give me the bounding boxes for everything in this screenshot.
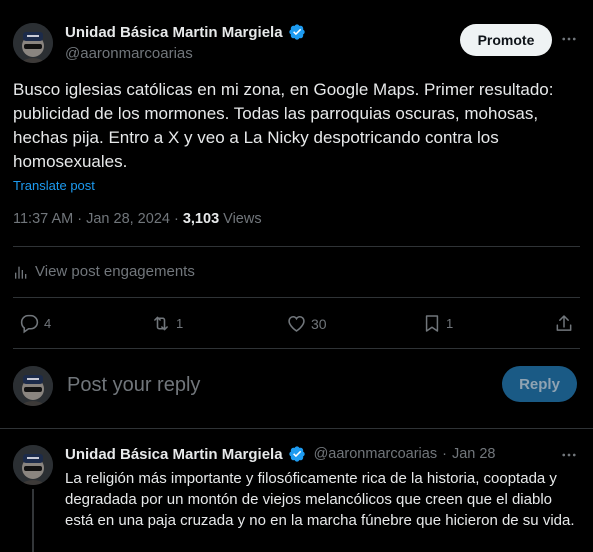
verified-badge-icon[interactable] xyxy=(288,445,306,463)
author-display-name[interactable]: Unidad Básica Martin Margiela xyxy=(65,24,283,41)
reply-input[interactable] xyxy=(67,370,487,400)
bookmark-action[interactable]: 1 xyxy=(422,313,453,334)
promote-button[interactable]: Promote xyxy=(460,24,552,56)
bookmark-count: 1 xyxy=(446,316,454,331)
thread-line xyxy=(32,489,34,552)
divider xyxy=(13,348,580,349)
reply-author-row: Unidad Básica Martin Margiela @aaronmarc… xyxy=(65,445,495,463)
repost-count: 1 xyxy=(176,316,184,331)
like-action[interactable]: 30 xyxy=(286,313,327,334)
post-actions-bar: 4 1 30 1 xyxy=(0,311,593,337)
repost-action[interactable]: 1 xyxy=(150,313,183,334)
reply-action[interactable]: 4 xyxy=(19,313,51,334)
reply-text: La religión más importante y filosóficam… xyxy=(65,470,575,529)
like-count: 30 xyxy=(311,315,327,332)
translate-post-link[interactable]: Translate post xyxy=(13,178,95,193)
avatar-image xyxy=(13,445,53,485)
verified-badge-icon[interactable] xyxy=(288,23,306,41)
analytics-bars-icon xyxy=(15,266,27,279)
engagements-label: View post engagements xyxy=(35,263,195,280)
meta-separator: · xyxy=(77,211,87,227)
reply-bubble-icon xyxy=(20,314,39,334)
more-dots-icon[interactable] xyxy=(558,28,580,50)
meta-separator: · xyxy=(442,446,447,462)
reply-button[interactable]: Reply xyxy=(502,366,577,402)
reply-author-avatar[interactable] xyxy=(13,445,53,485)
views-count: 3,103 xyxy=(182,211,220,227)
author-handle[interactable]: @aaronmarcoarias xyxy=(65,45,193,62)
avatar-image xyxy=(13,23,53,63)
post-text: Busco iglesias católicas en mi zona, en … xyxy=(13,80,554,171)
post-time[interactable]: 11:37 AM xyxy=(13,211,73,227)
heart-icon xyxy=(288,315,305,332)
post-meta: 11:37 AM · Jan 28, 2024 · 3,103 Views xyxy=(13,211,262,227)
view-engagements-link[interactable]: View post engagements xyxy=(13,263,195,280)
divider xyxy=(13,297,580,298)
views-label: Views xyxy=(223,211,262,227)
author-name-row: Unidad Básica Martin Margiela xyxy=(65,23,306,41)
bookmark-icon xyxy=(425,315,439,332)
reply-author-handle[interactable]: @aaronmarcoarias xyxy=(314,446,438,462)
share-action[interactable] xyxy=(554,313,574,334)
share-upload-icon xyxy=(556,315,572,331)
post-date[interactable]: Jan 28, 2024 xyxy=(86,211,170,227)
composer-avatar xyxy=(13,366,53,406)
author-avatar[interactable] xyxy=(13,23,53,63)
repost-arrows-icon xyxy=(154,316,168,331)
divider xyxy=(13,246,580,247)
meta-separator: · xyxy=(173,211,183,227)
avatar-image xyxy=(13,366,53,406)
reply-author-name[interactable]: Unidad Básica Martin Margiela xyxy=(65,446,283,463)
reply-count: 4 xyxy=(44,316,52,331)
more-dots-icon[interactable] xyxy=(558,444,580,466)
reply-date[interactable]: Jan 28 xyxy=(452,446,496,462)
divider xyxy=(0,428,593,429)
